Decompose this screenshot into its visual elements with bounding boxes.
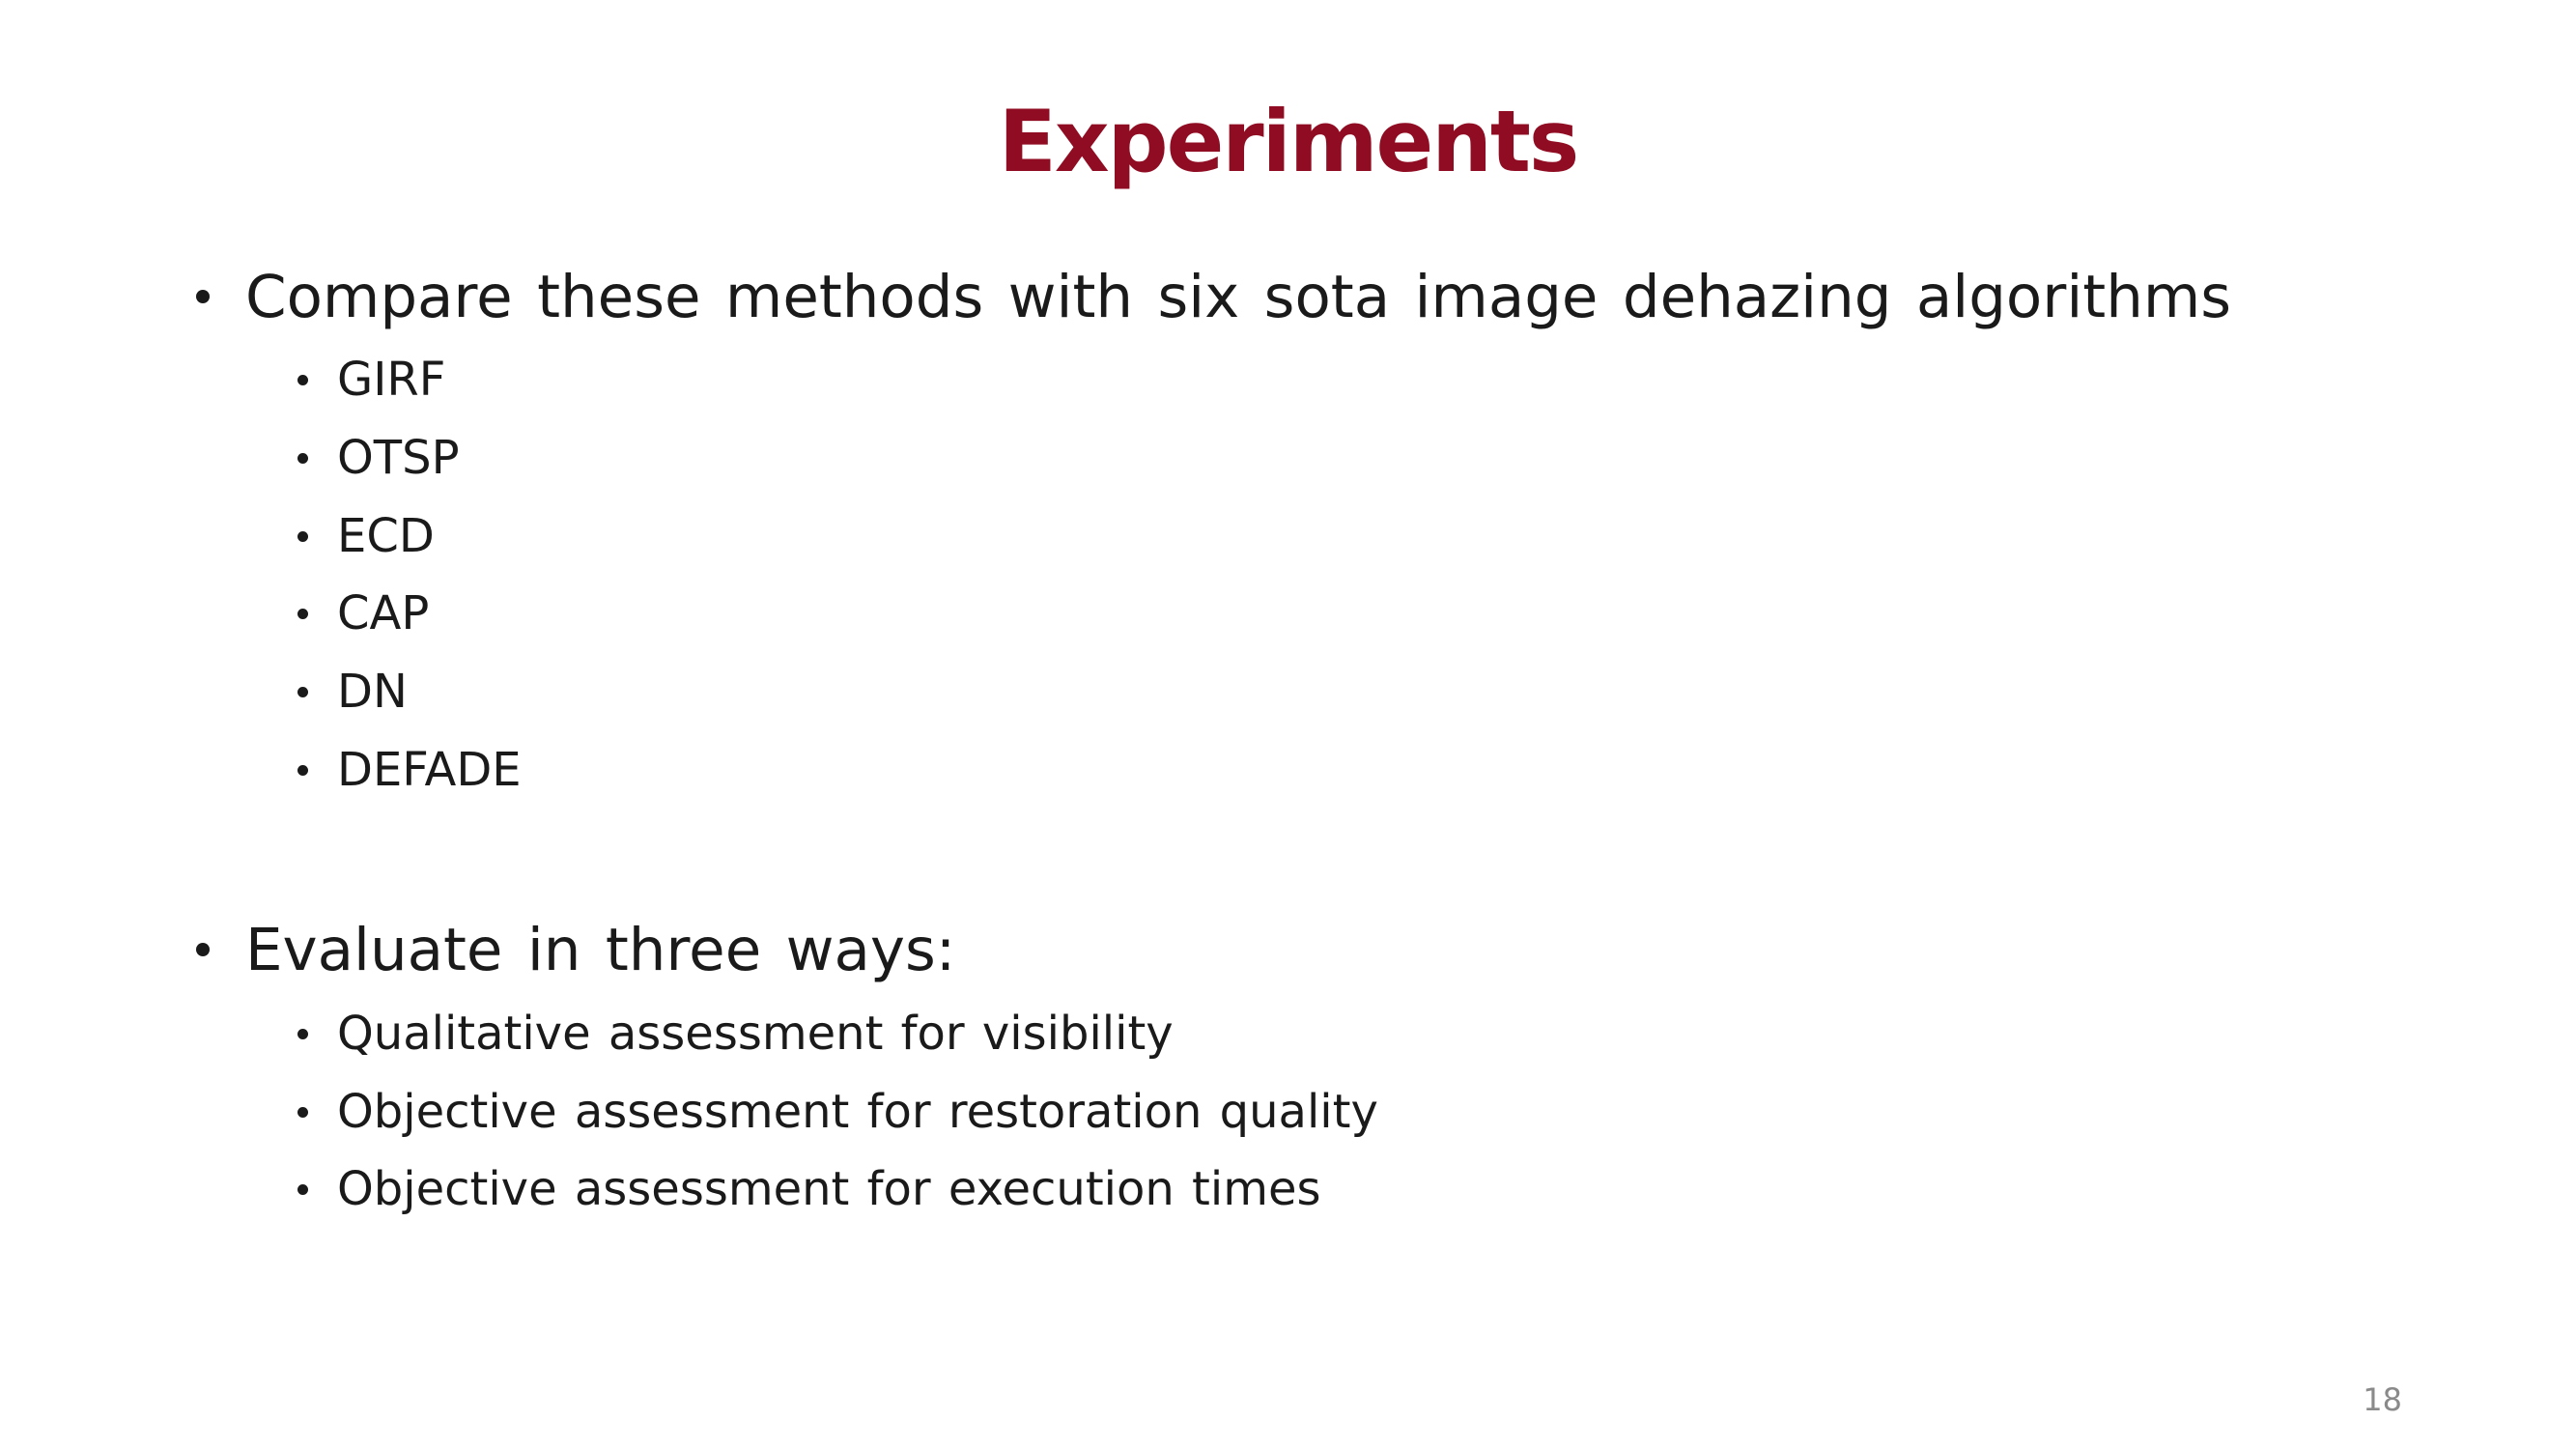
sub-bullet-text: CAP (337, 586, 430, 640)
bullet-dot (297, 452, 308, 464)
sub-bullet-restoration: Objective assessment for restoration qua… (297, 1078, 1378, 1146)
bullet-evaluate: Evaluate in three ways: (196, 906, 955, 993)
sub-bullet-ecd: ECD (297, 502, 435, 570)
sub-bullet-text: Objective assessment for execution times (337, 1162, 1321, 1216)
bullet-dot (297, 764, 308, 776)
bullet-dot (297, 1106, 308, 1118)
bullet-dot (297, 686, 308, 697)
sub-bullet-execution: Objective assessment for execution times (297, 1155, 1321, 1223)
slide-title: Experiments (998, 92, 1580, 191)
sub-bullet-cap: CAP (297, 580, 429, 647)
sub-bullet-text: OTSP (337, 431, 460, 485)
sub-bullet-text: DEFADE (337, 743, 522, 797)
sub-bullet-text: GIRF (337, 353, 446, 407)
bullet-dot (297, 374, 308, 385)
bullet-dot (297, 530, 308, 542)
sub-bullet-dn: DN (297, 658, 408, 725)
sub-bullet-defade: DEFADE (297, 736, 522, 804)
slide: Experiments Compare these methods with s… (0, 0, 2576, 1449)
bullet-text: Compare these methods with six sota imag… (245, 262, 2232, 331)
bullet-dot (297, 608, 308, 619)
bullet-compare-methods: Compare these methods with six sota imag… (196, 253, 2231, 340)
bullet-dot (297, 1183, 308, 1195)
sub-bullet-otsp: OTSP (297, 424, 460, 492)
bullet-dot (196, 943, 210, 956)
bullet-text: Evaluate in three ways: (245, 915, 956, 984)
sub-bullet-text: Qualitative assessment for visibility (337, 1007, 1174, 1061)
sub-bullet-qualitative: Qualitative assessment for visibility (297, 1000, 1174, 1067)
bullet-dot (196, 290, 210, 303)
sub-bullet-text: DN (337, 665, 408, 719)
sub-bullet-text: Objective assessment for restoration qua… (337, 1085, 1378, 1139)
page-number: 18 (2363, 1381, 2402, 1418)
bullet-dot (297, 1028, 308, 1039)
sub-bullet-text: ECD (337, 509, 435, 563)
sub-bullet-girf: GIRF (297, 346, 445, 413)
